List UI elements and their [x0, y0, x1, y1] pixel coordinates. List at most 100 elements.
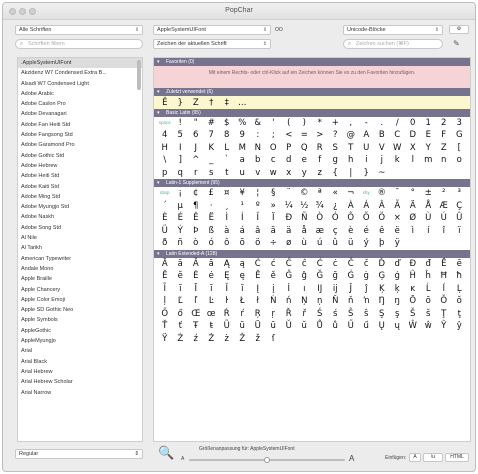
char-cell[interactable]: g [328, 154, 344, 167]
pipette-icon[interactable]: ✎ [453, 39, 460, 48]
char-cell[interactable]: E [421, 129, 437, 142]
char-cell[interactable]: % [235, 117, 251, 130]
font-list-item[interactable]: Adobe Naskh [18, 212, 142, 222]
char-cell[interactable]: shy [359, 187, 375, 200]
char-cell[interactable]: ũ [235, 320, 251, 333]
char-cell[interactable]: ŀ [219, 295, 235, 308]
char-cell[interactable]: Ŧ [188, 320, 204, 333]
char-cell[interactable]: W [390, 142, 406, 155]
font-list-item[interactable]: Arial Black [18, 357, 142, 367]
font-list-item[interactable]: Adobe Heiti Std [18, 171, 142, 181]
char-cell[interactable]: Ŗ [250, 308, 266, 321]
char-cell[interactable]: ē [452, 258, 468, 271]
char-cell[interactable]: ĺ [436, 283, 452, 296]
char-cell[interactable]: Õ [359, 212, 375, 225]
char-cell[interactable]: i [359, 154, 375, 167]
char-cell[interactable]: G [452, 129, 468, 142]
char-cell[interactable]: ģ [390, 270, 406, 283]
char-cell[interactable]: r [188, 167, 204, 180]
char-cell[interactable]: Ħ [436, 270, 452, 283]
char-cell[interactable]: S [328, 142, 344, 155]
char-cell[interactable]: ń [281, 295, 297, 308]
char-cell[interactable]: ł [250, 295, 266, 308]
char-cell[interactable]: ī [204, 283, 220, 296]
char-cell[interactable]: ª [312, 187, 328, 200]
section-header[interactable]: ▾ Favoriten (0) [154, 58, 470, 66]
char-cell[interactable]: ? [328, 129, 344, 142]
char-cell[interactable]: Ü [157, 225, 173, 238]
char-cell[interactable]: Ű [343, 320, 359, 333]
char-cell[interactable]: Ŭ [281, 320, 297, 333]
char-cell[interactable]: ļ [157, 295, 173, 308]
char-cell[interactable]: Č [343, 258, 359, 271]
char-cell[interactable]: c [266, 154, 282, 167]
char-cell[interactable]: Ĭ [219, 283, 235, 296]
char-cell[interactable]: N [250, 142, 266, 155]
char-cell[interactable]: Ń [266, 295, 282, 308]
char-cell[interactable]: T [343, 142, 359, 155]
char-cell[interactable]: ä [281, 225, 297, 238]
char-cell[interactable]: Ł [235, 295, 251, 308]
char-cell[interactable]: ĭ [235, 283, 251, 296]
char-cell[interactable]: ¥ [235, 187, 251, 200]
char-cell[interactable]: ĸ [405, 283, 421, 296]
char-cell[interactable]: Ë [204, 212, 220, 225]
font-list-item[interactable]: Adobe Myungjo Std [18, 202, 142, 212]
char-cell[interactable]: . [374, 117, 390, 130]
font-list-item[interactable]: Adobe Caslon Pro [18, 99, 142, 109]
char-cell[interactable]: 6 [188, 129, 204, 142]
char-cell[interactable]: Ĥ [405, 270, 421, 283]
char-cell[interactable]: Ĺ [421, 283, 437, 296]
char-cell[interactable]: z [312, 167, 328, 180]
char-cell[interactable]: f [312, 154, 328, 167]
char-cell[interactable]: ħ [452, 270, 468, 283]
char-cell[interactable]: V [374, 142, 390, 155]
char-cell[interactable]: l [405, 154, 421, 167]
char-cell[interactable]: Ģ [374, 270, 390, 283]
char-cell[interactable]: ť [173, 320, 189, 333]
char-cell[interactable]: n [436, 154, 452, 167]
char-cell[interactable]: º [250, 200, 266, 213]
char-cell[interactable]: ¾ [312, 200, 328, 213]
char-cell[interactable]: í [421, 225, 437, 238]
font-list-item[interactable]: Adobe Arabic [18, 89, 142, 99]
char-cell[interactable]: Ž [235, 333, 251, 346]
char-cell[interactable]: t [219, 167, 235, 180]
char-cell[interactable]: Ů [312, 320, 328, 333]
char-cell[interactable]: ´ [157, 200, 173, 213]
char-cell[interactable]: ù [297, 237, 313, 250]
char-cell[interactable]: ğ [328, 270, 344, 283]
char-cell[interactable]: 1 [421, 117, 437, 130]
char-cell[interactable]: 9 [235, 129, 251, 142]
char-cell[interactable]: ë [390, 225, 406, 238]
char-cell[interactable]: š [421, 308, 437, 321]
char-cell[interactable]: ć [266, 258, 282, 271]
char-cell[interactable]: ÿ [390, 237, 406, 250]
char-cell[interactable]: Q [297, 142, 313, 155]
char-cell[interactable]: Į [250, 283, 266, 296]
char-cell[interactable]: Ŵ [405, 320, 421, 333]
char-cell[interactable]: F [436, 129, 452, 142]
char-cell[interactable]: - [359, 117, 375, 130]
font-list-item[interactable]: American Typewriter [18, 254, 142, 264]
char-cell[interactable]: x [281, 167, 297, 180]
char-cell[interactable]: ŕ [235, 308, 251, 321]
char-cell[interactable]: D [405, 129, 421, 142]
char-cell[interactable]: Å [421, 200, 437, 213]
char-cell[interactable]: ĉ [297, 258, 313, 271]
char-cell[interactable]: ) [297, 117, 313, 130]
unicode-blocks-select[interactable]: Unicode-Blöcke ⇕ [343, 25, 443, 35]
char-cell[interactable]: ċ [328, 258, 344, 271]
char-cell[interactable]: ŏ [452, 295, 468, 308]
char-cell[interactable]: ü [343, 237, 359, 250]
char-cell[interactable]: ! [173, 117, 189, 130]
char-cell[interactable]: Š [405, 308, 421, 321]
char-cell[interactable]: « [328, 187, 344, 200]
char-cell[interactable]: ž [250, 333, 266, 346]
char-cell[interactable]: ŋ [390, 295, 406, 308]
char-cell[interactable]: ě [266, 270, 282, 283]
char-cell[interactable]: o [452, 154, 468, 167]
char-cell[interactable]: ø [281, 237, 297, 250]
font-list-item[interactable]: Arial Hebrew [18, 367, 142, 377]
char-cell[interactable]: J [188, 142, 204, 155]
